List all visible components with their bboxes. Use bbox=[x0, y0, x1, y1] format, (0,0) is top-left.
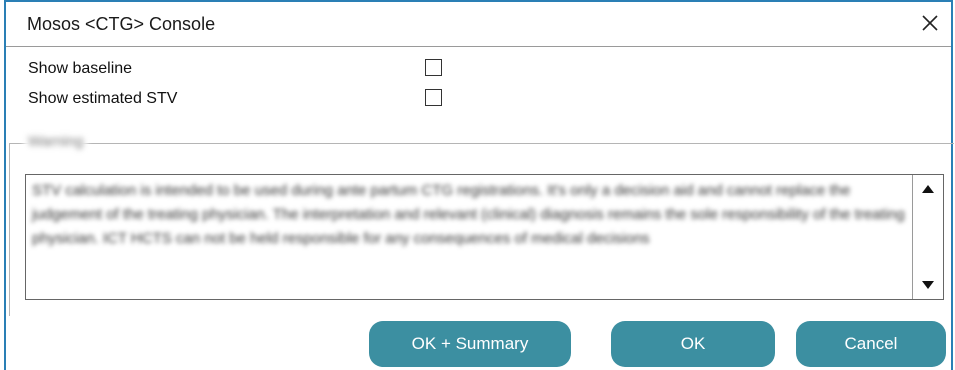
arrow-down-icon bbox=[922, 281, 934, 289]
cancel-button[interactable]: Cancel bbox=[796, 321, 946, 367]
scroll-up-button[interactable] bbox=[915, 177, 941, 201]
scroll-down-button[interactable] bbox=[915, 273, 941, 297]
console-dialog: Mosos <CTG> Console Show baseline Show e… bbox=[0, 0, 955, 370]
show-baseline-label: Show baseline bbox=[28, 60, 133, 77]
show-estimated-stv-checkbox[interactable] bbox=[425, 89, 442, 106]
close-icon bbox=[922, 15, 938, 31]
window-title: Mosos <CTG> Console bbox=[27, 14, 216, 34]
arrow-up-icon bbox=[922, 185, 934, 193]
warning-group-title: Warning bbox=[24, 133, 88, 150]
disclaimer-textbox[interactable]: STV calculation is intended to be used d… bbox=[25, 174, 944, 300]
ok-button[interactable]: OK bbox=[611, 321, 775, 367]
disclaimer-text: STV calculation is intended to be used d… bbox=[32, 182, 905, 247]
ok-summary-button[interactable]: OK + Summary bbox=[369, 321, 571, 367]
vertical-scrollbar[interactable] bbox=[912, 175, 943, 299]
window-frame-left bbox=[4, 0, 6, 370]
show-estimated-stv-label: Show estimated STV bbox=[28, 90, 178, 107]
show-baseline-checkbox[interactable] bbox=[425, 59, 442, 76]
close-button[interactable] bbox=[915, 8, 945, 38]
title-bar: Mosos <CTG> Console bbox=[6, 2, 951, 47]
